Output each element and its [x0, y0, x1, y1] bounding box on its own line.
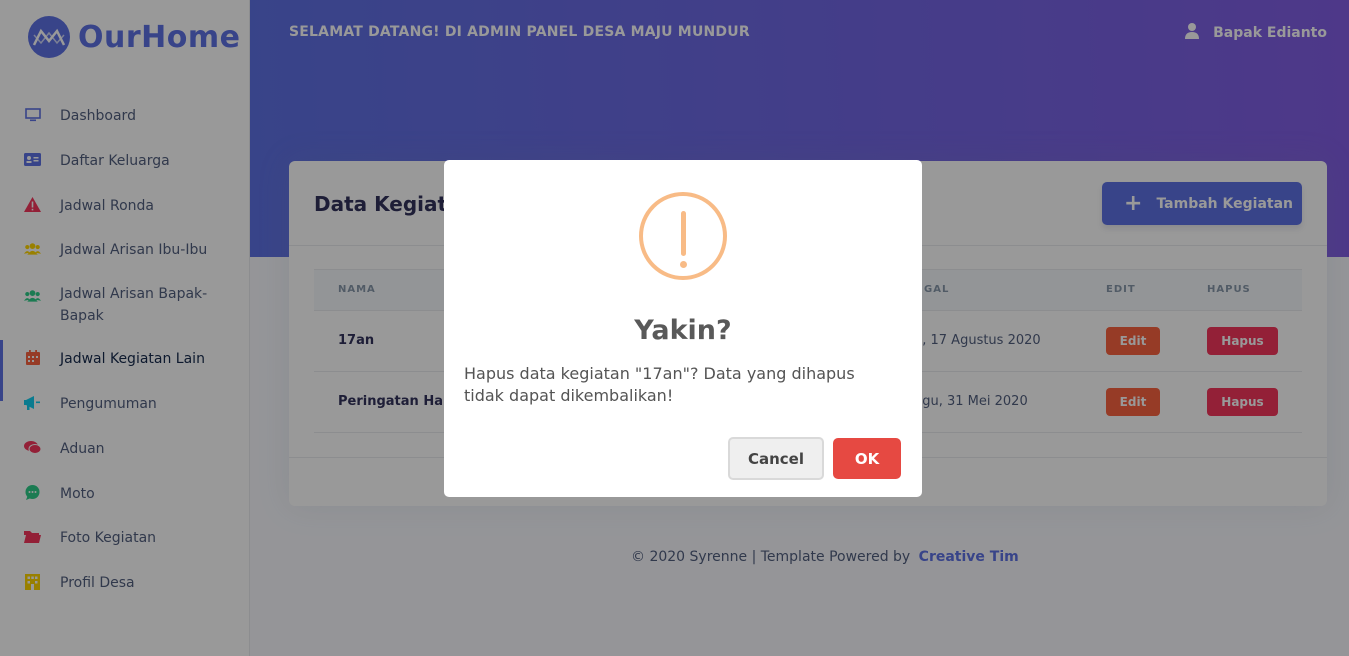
confirm-dialog: Yakin? Hapus data kegiatan "17an"? Data …	[444, 160, 922, 497]
warning-icon	[639, 192, 727, 280]
ok-button[interactable]: OK	[833, 438, 901, 479]
dialog-message: Hapus data kegiatan "17an"? Data yang di…	[464, 364, 855, 405]
cancel-button[interactable]: Cancel	[728, 437, 824, 480]
dialog-title: Yakin?	[634, 315, 732, 346]
